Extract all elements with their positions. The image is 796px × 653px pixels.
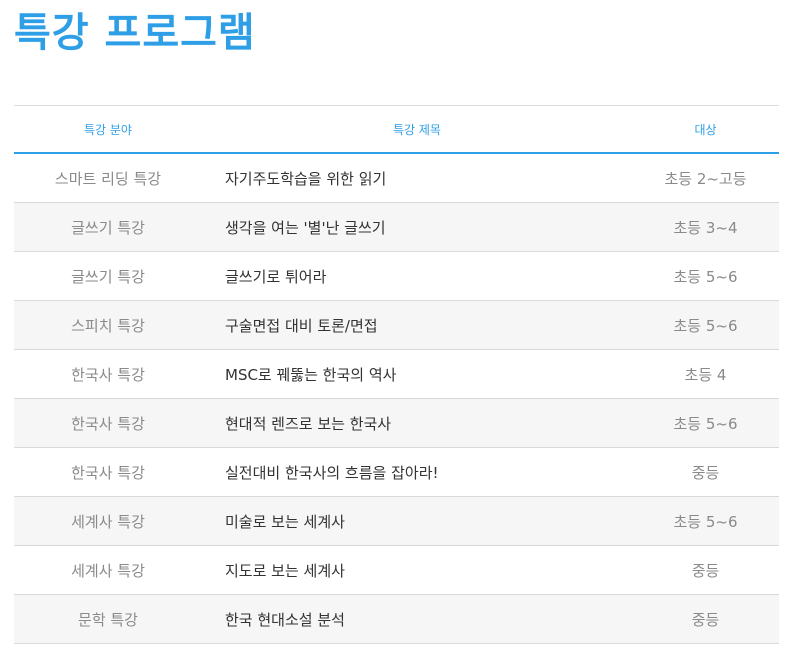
program-table: 특강 분야 특강 제목 대상 스마트 리딩 특강 자기주도학습을 위한 읽기 초… bbox=[14, 105, 779, 644]
cell-field: 스마트 리딩 특강 bbox=[14, 153, 202, 203]
cell-field: 문학 특강 bbox=[14, 594, 202, 644]
cell-title: 구술면접 대비 토론/면접 bbox=[202, 300, 632, 350]
cell-target: 초등 3~4 bbox=[632, 202, 779, 252]
cell-title: MSC로 꿰뚫는 한국의 역사 bbox=[202, 349, 632, 399]
cell-target: 초등 2~고등 bbox=[632, 153, 779, 203]
table-row: 글쓰기 특강 생각을 여는 '별'난 글쓰기 초등 3~4 bbox=[14, 202, 779, 252]
table-row: 세계사 특강 미술로 보는 세계사 초등 5~6 bbox=[14, 496, 779, 546]
cell-field: 세계사 특강 bbox=[14, 545, 202, 595]
table-row: 한국사 특강 MSC로 꿰뚫는 한국의 역사 초등 4 bbox=[14, 349, 779, 399]
cell-field: 글쓰기 특강 bbox=[14, 202, 202, 252]
cell-title: 글쓰기로 튀어라 bbox=[202, 251, 632, 301]
header-field: 특강 분야 bbox=[14, 105, 202, 154]
cell-title: 한국 현대소설 분석 bbox=[202, 594, 632, 644]
cell-title: 지도로 보는 세계사 bbox=[202, 545, 632, 595]
table-row: 한국사 특강 현대적 렌즈로 보는 한국사 초등 5~6 bbox=[14, 398, 779, 448]
cell-target: 초등 5~6 bbox=[632, 300, 779, 350]
table-header-row: 특강 분야 특강 제목 대상 bbox=[14, 105, 779, 154]
cell-title: 실전대비 한국사의 흐름을 잡아라! bbox=[202, 447, 632, 497]
table-row: 문학 특강 한국 현대소설 분석 중등 bbox=[14, 594, 779, 644]
table-row: 스피치 특강 구술면접 대비 토론/면접 초등 5~6 bbox=[14, 300, 779, 350]
cell-title: 자기주도학습을 위한 읽기 bbox=[202, 153, 632, 203]
cell-target: 중등 bbox=[632, 594, 779, 644]
table-row: 세계사 특강 지도로 보는 세계사 중등 bbox=[14, 545, 779, 595]
cell-field: 한국사 특강 bbox=[14, 349, 202, 399]
cell-target: 초등 4 bbox=[632, 349, 779, 399]
cell-field: 한국사 특강 bbox=[14, 447, 202, 497]
cell-target: 중등 bbox=[632, 447, 779, 497]
table-row: 한국사 특강 실전대비 한국사의 흐름을 잡아라! 중등 bbox=[14, 447, 779, 497]
cell-field: 글쓰기 특강 bbox=[14, 251, 202, 301]
header-title: 특강 제목 bbox=[202, 105, 632, 154]
cell-title: 생각을 여는 '별'난 글쓰기 bbox=[202, 202, 632, 252]
cell-title: 현대적 렌즈로 보는 한국사 bbox=[202, 398, 632, 448]
table-row: 스마트 리딩 특강 자기주도학습을 위한 읽기 초등 2~고등 bbox=[14, 153, 779, 203]
cell-target: 초등 5~6 bbox=[632, 496, 779, 546]
cell-field: 세계사 특강 bbox=[14, 496, 202, 546]
table-row: 글쓰기 특강 글쓰기로 튀어라 초등 5~6 bbox=[14, 251, 779, 301]
cell-field: 스피치 특강 bbox=[14, 300, 202, 350]
page-title: 특강 프로그램 bbox=[14, 10, 256, 56]
cell-title: 미술로 보는 세계사 bbox=[202, 496, 632, 546]
cell-field: 한국사 특강 bbox=[14, 398, 202, 448]
cell-target: 초등 5~6 bbox=[632, 398, 779, 448]
cell-target: 초등 5~6 bbox=[632, 251, 779, 301]
cell-target: 중등 bbox=[632, 545, 779, 595]
header-target: 대상 bbox=[632, 105, 779, 154]
